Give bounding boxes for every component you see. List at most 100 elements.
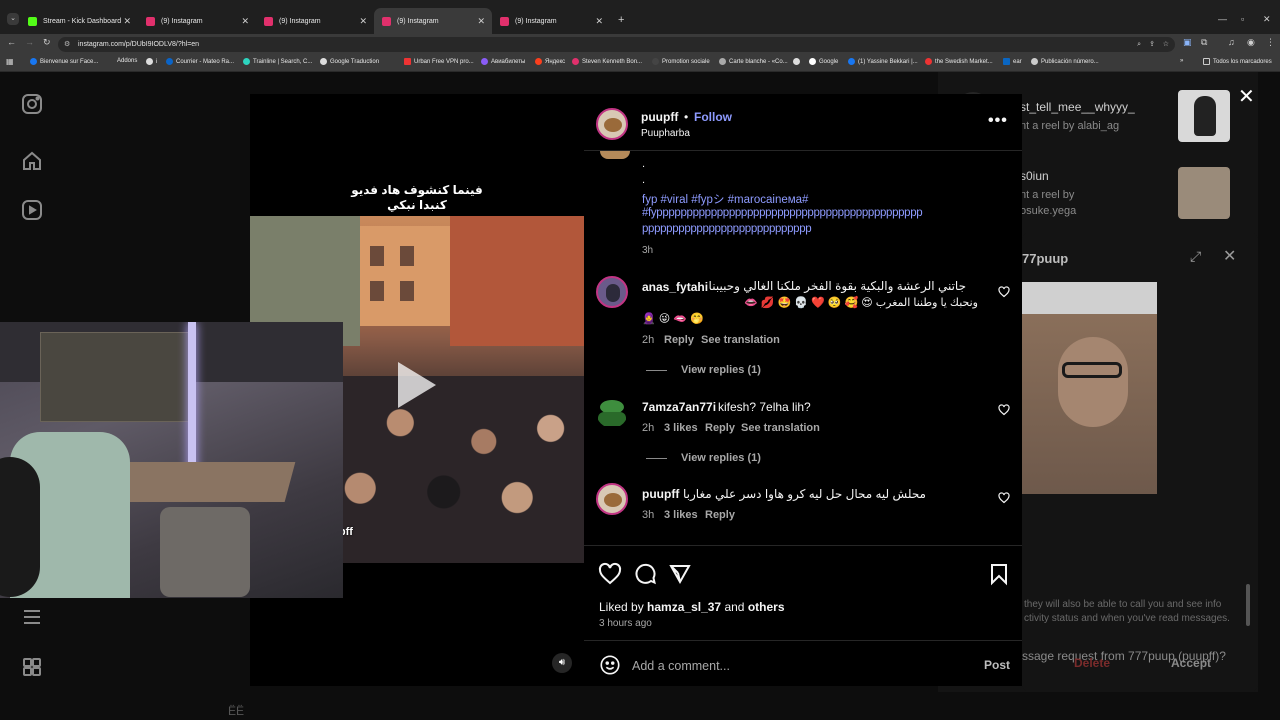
see-translation-button[interactable]: See translation xyxy=(741,422,820,434)
instagram-logo-icon[interactable] xyxy=(20,92,44,116)
comment-likes[interactable]: 3 likes xyxy=(664,509,698,521)
apps-grid-icon[interactable]: ▦ xyxy=(6,57,14,66)
back-icon[interactable]: ← xyxy=(7,37,16,47)
bookmark-item[interactable]: Google xyxy=(809,58,838,65)
view-replies-button[interactable]: View replies (1) xyxy=(681,452,761,464)
more-apps-icon[interactable] xyxy=(20,655,44,679)
bookmark-item[interactable]: Urban Free VPN pro... xyxy=(404,58,474,65)
bookmark-item[interactable]: ear xyxy=(1003,58,1022,65)
bookmark-item[interactable]: Addons xyxy=(117,58,137,64)
reply-button[interactable]: Reply xyxy=(664,334,694,346)
comment-like-heart-icon[interactable] xyxy=(998,492,1010,504)
tab-instagram-active[interactable]: (9) Instagram ✕ xyxy=(374,8,492,34)
emoji-icon[interactable] xyxy=(599,654,621,676)
tab-title: (9) Instagram xyxy=(161,17,203,25)
close-tab-icon[interactable]: ✕ xyxy=(477,16,485,27)
comment-username[interactable]: 7amza7an77i xyxy=(642,400,716,414)
forward-icon[interactable]: → xyxy=(25,37,34,47)
minimize-icon[interactable]: — xyxy=(1218,14,1227,24)
comment-username[interactable]: anas_fytahi xyxy=(642,280,708,294)
commenter-avatar[interactable] xyxy=(596,276,628,308)
share-paper-plane-icon[interactable] xyxy=(668,562,692,586)
comment-text: جاتني الرعشة والبكية بقوة الفخر ملكنا ال… xyxy=(708,279,966,293)
bookmark-item[interactable]: Publicación número... xyxy=(1031,58,1099,65)
delete-request-button[interactable]: Delete xyxy=(1074,656,1110,670)
bookmarks-overflow-icon[interactable]: » xyxy=(1180,58,1183,64)
bookmark-item[interactable]: Promotion sociale xyxy=(652,58,710,65)
author-username[interactable]: puupff xyxy=(641,110,678,124)
profile-icon[interactable]: ◉ xyxy=(1247,37,1255,48)
comment-like-heart-icon[interactable] xyxy=(998,286,1010,298)
home-icon[interactable] xyxy=(20,149,44,173)
menu-hamburger-icon[interactable] xyxy=(20,605,44,629)
close-chat-icon[interactable]: ✕ xyxy=(1223,246,1236,266)
accept-request-button[interactable]: Accept xyxy=(1171,656,1211,670)
new-tab-icon[interactable]: + xyxy=(618,14,624,26)
site-info-icon[interactable]: ⚙ xyxy=(64,37,70,52)
liked-by-user[interactable]: hamza_sl_37 xyxy=(647,600,721,614)
more-options-icon[interactable]: ••• xyxy=(988,112,1008,130)
chat-scrollbar[interactable] xyxy=(1246,584,1250,626)
bookmark-item[interactable]: the Swedish Market... xyxy=(925,58,993,65)
follow-button[interactable]: Follow xyxy=(694,110,732,124)
view-replies-button[interactable]: View replies (1) xyxy=(681,364,761,376)
comment-username[interactable]: puupff xyxy=(642,487,679,501)
reels-icon[interactable] xyxy=(20,198,44,222)
bookmark-item[interactable]: Google Traduction xyxy=(320,58,379,65)
play-button-icon[interactable] xyxy=(394,358,440,412)
expand-icon[interactable]: ⤢ xyxy=(1190,248,1201,265)
see-translation-button[interactable]: See translation xyxy=(701,334,780,346)
bookmark-star-icon[interactable]: ☆ xyxy=(1163,37,1169,52)
bookmark-item[interactable] xyxy=(793,58,803,65)
reply-button[interactable]: Reply xyxy=(705,422,735,434)
close-modal-icon[interactable]: ✕ xyxy=(1238,84,1255,109)
all-bookmarks-folder[interactable]: Todos los marcadores xyxy=(1203,58,1272,65)
tab-instagram-4[interactable]: (9) Instagram ✕ xyxy=(492,8,610,34)
media-icon[interactable]: ♫ xyxy=(1228,37,1235,47)
bookmark-item[interactable]: i xyxy=(146,58,157,65)
bookmark-item[interactable]: Carte blanche - «Co... xyxy=(719,58,788,65)
tab-instagram-2[interactable]: (9) Instagram ✕ xyxy=(256,8,374,34)
commenter-avatar[interactable] xyxy=(596,483,628,515)
share-icon[interactable]: ⇪ xyxy=(1149,37,1155,52)
close-tab-icon[interactable]: ✕ xyxy=(241,16,249,27)
close-tab-icon[interactable]: ✕ xyxy=(595,16,603,27)
bookmark-item[interactable]: Courrier - Mateo Ra... xyxy=(166,58,234,65)
address-bar-row: ← → ↻ ⚙ instagram.com/p/DUbI9IODLV8/?hl=… xyxy=(0,34,1280,54)
mute-toggle-icon[interactable]: 🔊︎ xyxy=(552,653,572,673)
bookmark-item[interactable]: Bienvenue sur Face... xyxy=(30,58,98,65)
maximize-icon[interactable]: ▫ xyxy=(1241,14,1244,24)
bookmark-item[interactable]: Steven Kenneth Bon... xyxy=(572,58,642,65)
caption-hashtags[interactable]: fyp #viral #fypシ #marocaineмa# xyxy=(642,191,808,207)
reply-button[interactable]: Reply xyxy=(705,509,735,521)
commenter-avatar[interactable] xyxy=(596,396,628,428)
bookmark-item[interactable]: Авиабилеты xyxy=(481,58,525,65)
tab-search-icon[interactable]: ⌄ xyxy=(7,13,19,25)
caption-hashtags[interactable]: pppppppppppppppppppppppppppp xyxy=(642,223,812,235)
post-comment-button[interactable]: Post xyxy=(984,658,1010,672)
comment-bubble-icon[interactable] xyxy=(633,562,657,586)
url-bar[interactable]: ⚙ instagram.com/p/DUbI9IODLV8/?hl=en ⌕ ⇪… xyxy=(58,37,1175,52)
zoom-icon[interactable]: ⌕ xyxy=(1137,37,1141,52)
extensions-puzzle-icon[interactable]: ⧉ xyxy=(1201,37,1207,48)
reel-notification-sub: osuke.yega xyxy=(1020,205,1077,217)
add-comment-input[interactable] xyxy=(632,657,962,675)
close-tab-icon[interactable]: ✕ xyxy=(359,16,367,27)
bookmark-item[interactable]: (1) Yassine Bekkari |... xyxy=(848,58,918,65)
menu-kebab-icon[interactable]: ⋮ xyxy=(1266,37,1275,48)
tab-kick-dashboard[interactable]: Stream - Kick Dashboard ✕ xyxy=(20,8,138,34)
comment-likes[interactable]: 3 likes xyxy=(664,422,698,434)
caption-hashtags[interactable]: #fyppppppppppppppppppppppppppppppppppppp… xyxy=(642,207,923,219)
tab-instagram-1[interactable]: (9) Instagram ✕ xyxy=(138,8,256,34)
liked-by-others[interactable]: others xyxy=(748,600,785,614)
like-heart-icon[interactable] xyxy=(598,562,622,586)
author-avatar[interactable] xyxy=(596,108,628,140)
comment-like-heart-icon[interactable] xyxy=(998,404,1010,416)
extension-icon[interactable]: ▣ xyxy=(1183,37,1192,48)
close-window-icon[interactable]: ✕ xyxy=(1263,14,1271,25)
bookmark-item[interactable]: Trainline | Search, C... xyxy=(243,58,312,65)
bookmark-item[interactable]: Яндекс xyxy=(535,58,565,65)
save-bookmark-icon[interactable] xyxy=(988,562,1010,586)
reload-icon[interactable]: ↻ xyxy=(43,37,51,48)
close-tab-icon[interactable]: ✕ xyxy=(123,16,131,27)
